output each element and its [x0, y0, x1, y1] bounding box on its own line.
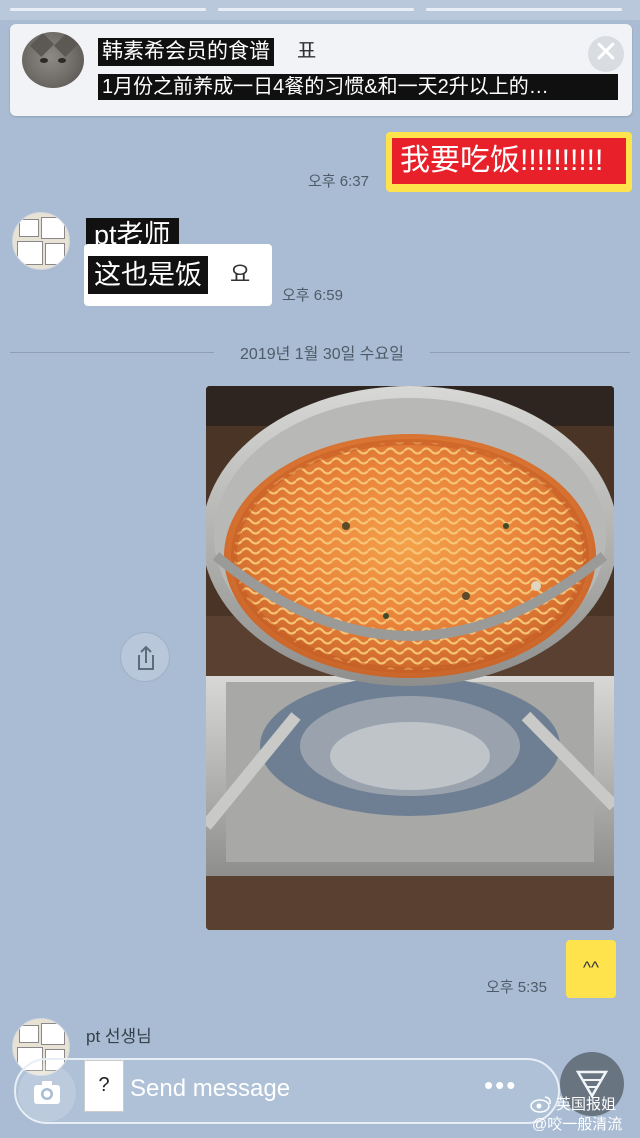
camera-button[interactable] [18, 1064, 76, 1122]
progress-segment [10, 8, 206, 11]
notice-body: 1月份之前养成一日4餐的习惯&和一天2升以上的… [98, 74, 618, 100]
photo-message[interactable] [206, 386, 614, 930]
camera-icon [34, 1081, 60, 1104]
share-icon [138, 645, 154, 670]
watermark-line1: 英国报姐 [556, 1096, 617, 1113]
notice-title-tail: 표 [297, 40, 317, 63]
message-input[interactable]: Send message [130, 1075, 290, 1103]
help-button[interactable]: ? [84, 1060, 124, 1112]
message-time: 오후 6:59 [282, 287, 343, 304]
message-time: 오후 6:37 [308, 173, 369, 190]
message-time: 오후 5:35 [486, 979, 547, 996]
outgoing-message[interactable]: ^^ [566, 940, 616, 998]
progress-segment [218, 8, 414, 11]
date-separator: 2019년 1월 30일 수요일 [240, 346, 404, 363]
share-button[interactable] [120, 632, 170, 682]
incoming-message[interactable]: 这也是饭 요 [84, 244, 272, 306]
avatar[interactable] [12, 212, 70, 270]
progress-segment [426, 8, 622, 11]
watermark-line2: @咬一般清流 [532, 1116, 623, 1133]
notice-avatar [22, 32, 84, 88]
sender-name: pt 선생님 [86, 1027, 152, 1046]
close-icon[interactable]: ✕ [588, 36, 624, 72]
date-divider-left [10, 352, 214, 353]
outgoing-message[interactable]: 我要吃饭!!!!!!!!!! [386, 132, 632, 192]
incoming-message-text: 这也是饭 [88, 256, 208, 294]
notice-title: 韩素希会员的食谱 [98, 38, 274, 66]
more-options-button[interactable]: ••• [484, 1070, 517, 1101]
outgoing-message-text: 我要吃饭!!!!!!!!!! [392, 138, 626, 184]
pinned-notice[interactable]: 韩素希会员的食谱 표 1月份之前养成一日4餐的习惯&和一天2升以上的… ✕ [10, 24, 632, 116]
incoming-message-tail: 요 [230, 262, 251, 287]
status-strip [0, 0, 640, 20]
weibo-logo-icon [530, 1096, 551, 1113]
ramen-pot-photo [206, 386, 614, 930]
date-divider-right [430, 352, 630, 353]
